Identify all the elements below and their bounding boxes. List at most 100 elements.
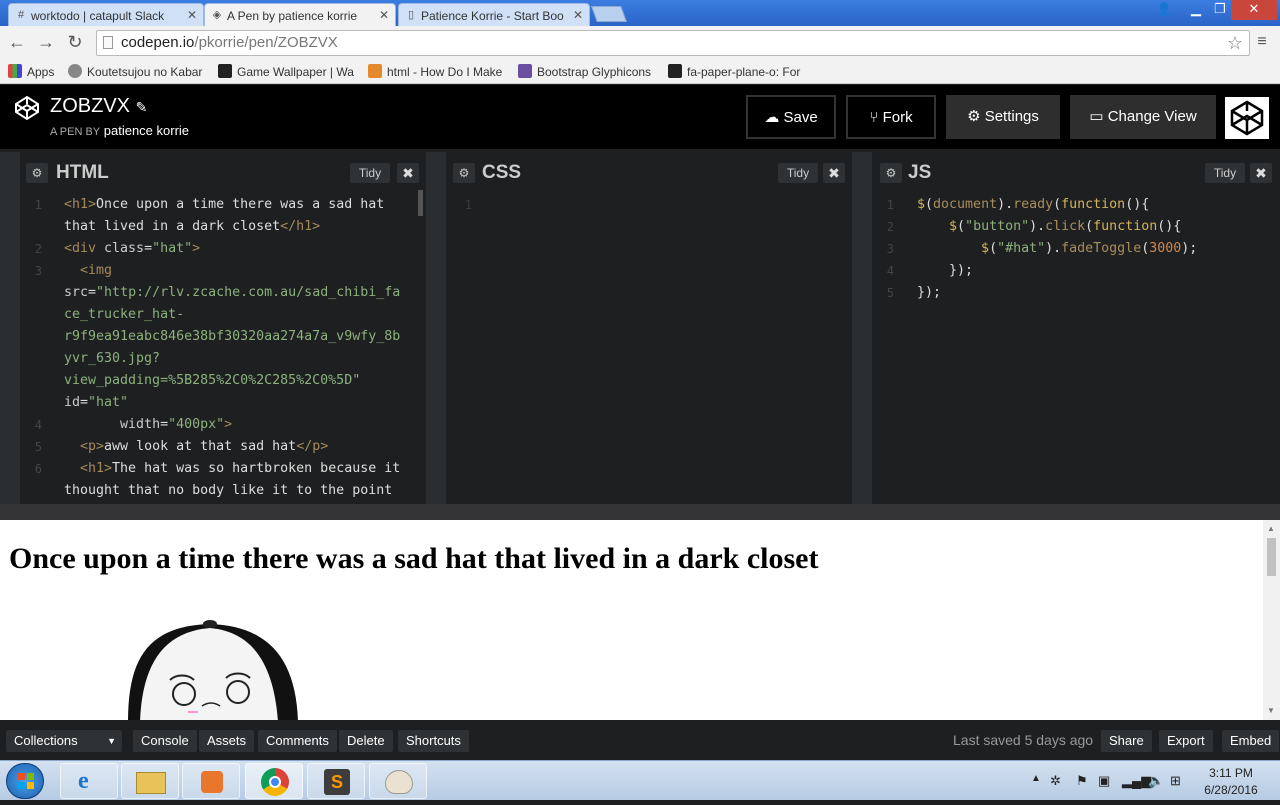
bookmark-stackoverflow[interactable]: html - How Do I Make — [368, 63, 504, 81]
chrome-icon — [261, 768, 289, 796]
windows-flag-icon[interactable]: ⊞ — [1170, 773, 1181, 789]
pane-divider[interactable] — [426, 152, 446, 504]
scroll-up-icon[interactable]: ▲ — [1267, 524, 1275, 533]
back-icon[interactable]: ← — [7, 33, 27, 51]
preview-heading: Once upon a time there was a sad hat tha… — [9, 542, 819, 575]
minimize-icon[interactable]: ▁ — [1183, 0, 1209, 20]
tab-codepen[interactable]: ◈ A Pen by patience korrie ✕ — [204, 3, 396, 26]
fork-button[interactable]: ⑂ Fork — [846, 95, 936, 139]
editor-resize-bar[interactable] — [0, 504, 1280, 520]
gear-icon[interactable]: ⚙ — [880, 163, 902, 183]
volume-icon[interactable]: 🔈 — [1148, 773, 1164, 789]
taskbar-explorer[interactable] — [121, 763, 179, 799]
css-code[interactable] — [486, 194, 836, 494]
bookmark-star-icon[interactable]: ☆ — [1227, 31, 1243, 55]
taskbar-ie[interactable]: e — [60, 763, 118, 799]
user-icon[interactable]: 👤 — [1152, 0, 1176, 20]
avatar[interactable] — [1225, 97, 1269, 139]
taskbar-sublime[interactable]: S — [307, 763, 365, 799]
tidy-button[interactable]: Tidy — [1205, 163, 1245, 183]
apps-grid-icon — [8, 64, 22, 78]
tray-expand-icon[interactable]: ▲ — [1031, 773, 1041, 784]
new-tab-button[interactable] — [591, 6, 627, 22]
close-icon[interactable]: ✕ — [573, 8, 583, 22]
page-icon — [103, 36, 113, 49]
gear-icon: ⚙ — [967, 108, 981, 125]
pen-title[interactable]: ZOBZVX ✎ — [50, 95, 147, 118]
bookmark-bootstrap-glyphicons[interactable]: Bootstrap Glyphicons — [518, 63, 654, 81]
line-number: 6 — [34, 462, 42, 476]
preview-scrollbar[interactable]: ▲ ▼ — [1263, 520, 1280, 720]
html-code[interactable]: <h1>Once upon a time there was a sad hat… — [64, 194, 414, 502]
cloud-icon: ☁ — [764, 109, 780, 126]
forward-icon[interactable]: → — [36, 33, 56, 51]
share-button[interactable]: Share — [1101, 730, 1152, 752]
close-icon[interactable]: ✖ — [397, 163, 419, 183]
flag-icon[interactable]: ⚑ — [1076, 773, 1088, 789]
start-button[interactable] — [6, 763, 44, 799]
signal-icon[interactable]: ▂▄▆ — [1122, 773, 1151, 789]
collections-dropdown[interactable]: Collections ▼ — [6, 730, 122, 752]
scrollbar-thumb[interactable] — [1267, 538, 1276, 576]
settings-button[interactable]: ⚙ Settings — [946, 95, 1060, 139]
fork-icon: ⑂ — [869, 109, 879, 126]
pencil-icon[interactable]: ✎ — [136, 99, 148, 115]
change-view-button[interactable]: ▭ Change View — [1070, 95, 1216, 139]
gear-icon[interactable]: ⚙ — [453, 163, 475, 183]
sublime-text-icon: S — [324, 769, 350, 795]
comments-button[interactable]: Comments — [258, 730, 337, 752]
css-editor-pane: ⚙ CSS Tidy ✖ 1 — [446, 152, 852, 502]
line-number: 2 — [886, 220, 894, 234]
embed-button[interactable]: Embed — [1222, 730, 1280, 752]
save-button[interactable]: ☁ Save — [746, 95, 836, 139]
js-code[interactable]: $(document).ready(function(){ $("button"… — [917, 194, 1267, 304]
taskbar-media-player[interactable] — [182, 763, 240, 799]
restore-icon[interactable]: ❐ — [1209, 0, 1231, 20]
editors-area: ⚙ HTML Tidy ✖ 1 2 3 4 5 6 <h1>Once upon … — [0, 152, 1280, 504]
codepen-footer: Collections ▼ Console Assets Comments De… — [0, 720, 1280, 760]
system-clock[interactable]: 3:11 PM 6/28/2016 — [1196, 765, 1266, 799]
assets-button[interactable]: Assets — [199, 730, 255, 752]
tab-label: worktodo | catapult Slack — [31, 9, 165, 23]
bookmark-apps[interactable]: Apps — [8, 63, 60, 81]
line-number: 4 — [886, 264, 894, 278]
line-number: 3 — [34, 264, 42, 278]
tab-slack[interactable]: # worktodo | catapult Slack ✕ — [8, 3, 204, 26]
taskbar-chrome[interactable] — [245, 763, 303, 799]
codepen-logo-icon[interactable] — [14, 95, 40, 121]
menu-icon[interactable]: ≡ — [1252, 33, 1272, 51]
close-window-icon[interactable]: ✕ — [1231, 0, 1277, 20]
settings-tray-icon[interactable]: ✲ — [1050, 773, 1061, 789]
scroll-down-icon[interactable]: ▼ — [1267, 706, 1275, 715]
bookmark-koutetsujou[interactable]: Koutetsujou no Kabar — [68, 63, 204, 81]
stackoverflow-icon — [368, 64, 382, 78]
console-button[interactable]: Console — [133, 730, 197, 752]
author-link[interactable]: patience korrie — [104, 123, 189, 138]
scrollbar-thumb[interactable] — [418, 190, 423, 216]
close-icon[interactable]: ✕ — [379, 8, 389, 22]
bookmark-game-wallpaper[interactable]: Game Wallpaper | Wa — [218, 63, 354, 81]
bookmark-fa-paper-plane[interactable]: fa-paper-plane-o: For — [668, 63, 804, 81]
last-saved-text: Last saved 5 days ago — [953, 732, 1094, 748]
network-device-icon[interactable]: ▣ — [1098, 773, 1110, 789]
close-icon[interactable]: ✖ — [1250, 163, 1272, 183]
gear-icon[interactable]: ⚙ — [26, 163, 48, 183]
delete-button[interactable]: Delete — [339, 730, 393, 752]
close-icon[interactable]: ✕ — [187, 8, 197, 22]
line-number: 5 — [886, 286, 894, 300]
clock-date: 6/28/2016 — [1204, 783, 1258, 797]
address-bar[interactable]: codepen.io/pkorrie/pen/ZOBZVX ☆ — [96, 30, 1250, 56]
tab-label: A Pen by patience korrie — [227, 9, 358, 23]
reload-icon[interactable]: ↻ — [65, 33, 85, 51]
html-editor-pane: ⚙ HTML Tidy ✖ 1 2 3 4 5 6 <h1>Once upon … — [20, 152, 426, 502]
taskbar-paint[interactable] — [369, 763, 427, 799]
tidy-button[interactable]: Tidy — [778, 163, 818, 183]
close-icon[interactable]: ✖ — [823, 163, 845, 183]
shortcuts-button[interactable]: Shortcuts — [398, 730, 469, 752]
export-button[interactable]: Export — [1159, 730, 1213, 752]
tidy-button[interactable]: Tidy — [350, 163, 390, 183]
tab-start-bootstrap[interactable]: ▯ Patience Korrie - Start Boo ✕ — [398, 3, 590, 26]
page-icon — [518, 64, 532, 78]
pane-divider[interactable] — [852, 152, 872, 504]
windows-logo-icon — [18, 773, 34, 789]
